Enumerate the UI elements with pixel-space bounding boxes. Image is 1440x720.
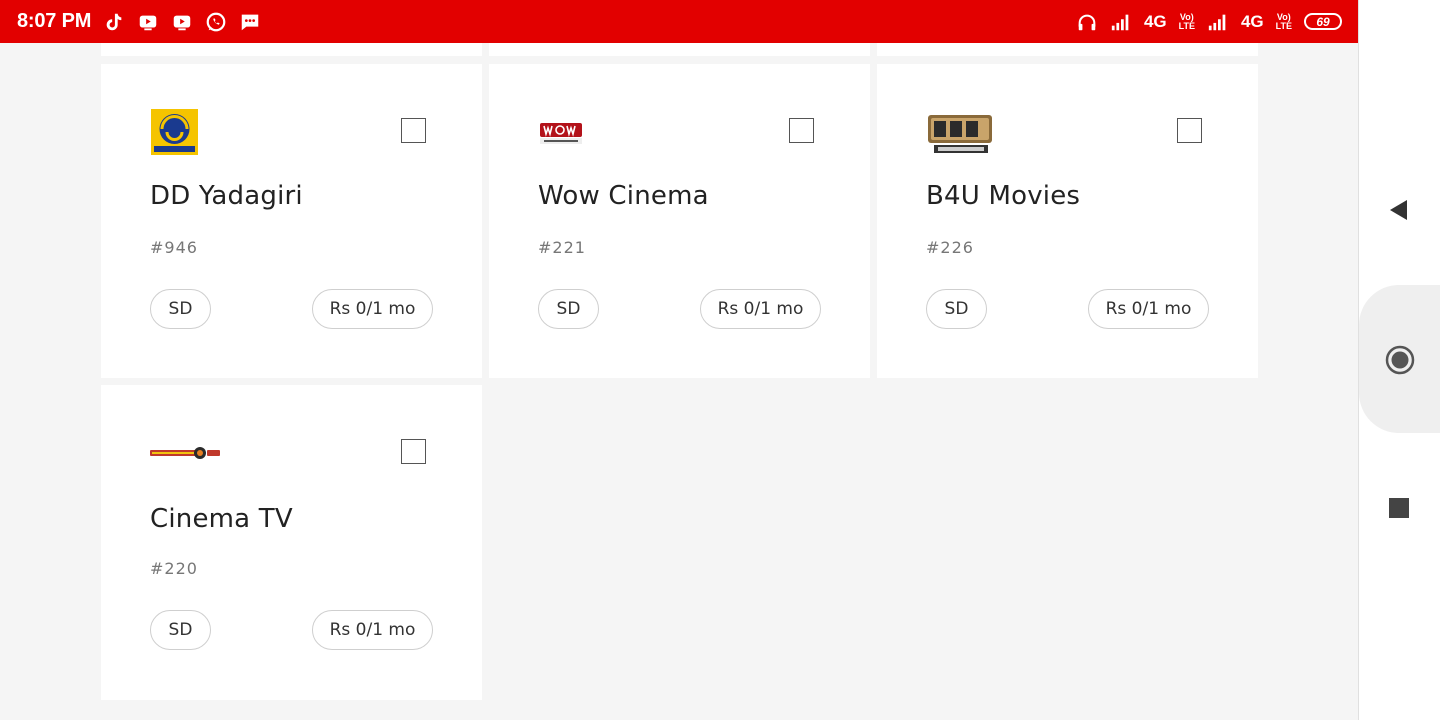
- volte-badge-1: Vo) LTE: [1178, 12, 1195, 31]
- channel-name: DD Yadagiri: [150, 181, 303, 211]
- home-circle-icon[interactable]: [1385, 345, 1415, 375]
- channel-number: #220: [150, 559, 198, 578]
- channel-name: Cinema TV: [150, 504, 293, 534]
- select-checkbox[interactable]: [789, 118, 814, 143]
- cinema-tv-logo: [150, 425, 230, 481]
- quality-badge: SD: [150, 610, 211, 650]
- youtube-icon-2: [171, 11, 193, 33]
- whatsapp-icon: [205, 11, 227, 33]
- volte-badge-2: Vo) LTE: [1275, 12, 1292, 31]
- channel-number: #226: [926, 238, 974, 257]
- card-stub: [101, 43, 482, 56]
- wow-cinema-logo: [538, 104, 618, 160]
- price-badge: Rs 0/1 mo: [312, 289, 433, 329]
- channel-card[interactable]: B4U Movies #226 SD Rs 0/1 mo: [877, 64, 1258, 378]
- messages-icon: [239, 11, 261, 33]
- signal-icon-2: [1207, 11, 1229, 33]
- back-triangle-icon[interactable]: [1387, 198, 1411, 222]
- battery-icon: 69: [1304, 13, 1342, 30]
- volte-badge-1-bottom: LTE: [1178, 20, 1195, 31]
- signal-icon-1: [1110, 11, 1132, 33]
- recents-square-icon[interactable]: [1389, 498, 1409, 518]
- tiktok-icon: [103, 11, 125, 33]
- card-stub: [877, 43, 1258, 56]
- status-time: 8:07 PM: [17, 10, 92, 32]
- select-checkbox[interactable]: [401, 439, 426, 464]
- select-checkbox[interactable]: [1177, 118, 1202, 143]
- network-type-1: 4G: [1143, 11, 1167, 31]
- card-stub: [489, 43, 870, 56]
- select-checkbox[interactable]: [401, 118, 426, 143]
- price-badge: Rs 0/1 mo: [1088, 289, 1209, 329]
- navigation-bar: [1358, 0, 1440, 720]
- channel-number: #221: [538, 238, 586, 257]
- youtube-icon: [137, 11, 159, 33]
- price-badge: Rs 0/1 mo: [700, 289, 821, 329]
- price-badge: Rs 0/1 mo: [312, 610, 433, 650]
- network-type-2: 4G: [1240, 11, 1264, 31]
- dd-yadagiri-logo: [150, 104, 230, 160]
- channel-card[interactable]: Cinema TV #220 SD Rs 0/1 mo: [101, 385, 482, 700]
- status-bar-right: 4G Vo) LTE 4G Vo) LTE 69: [1076, 11, 1342, 33]
- b4u-movies-logo: [926, 104, 1006, 160]
- quality-badge: SD: [150, 289, 211, 329]
- channel-number: #946: [150, 238, 198, 257]
- status-bar-left: 8:07 PM: [17, 10, 261, 33]
- volte-badge-2-bottom: LTE: [1275, 20, 1292, 31]
- channel-name: B4U Movies: [926, 181, 1081, 211]
- status-bar: 8:07 PM 4G Vo) LTE 4G Vo) LTE 69: [0, 0, 1358, 43]
- channel-card[interactable]: DD Yadagiri #946 SD Rs 0/1 mo: [101, 64, 482, 378]
- battery-level: 69: [1316, 14, 1330, 29]
- quality-badge: SD: [538, 289, 599, 329]
- channel-name: Wow Cinema: [538, 181, 709, 211]
- quality-badge: SD: [926, 289, 987, 329]
- channel-grid: DD Yadagiri #946 SD Rs 0/1 mo Wow Cinema…: [0, 43, 1358, 720]
- headphones-icon: [1076, 11, 1098, 33]
- channel-card[interactable]: Wow Cinema #221 SD Rs 0/1 mo: [489, 64, 870, 378]
